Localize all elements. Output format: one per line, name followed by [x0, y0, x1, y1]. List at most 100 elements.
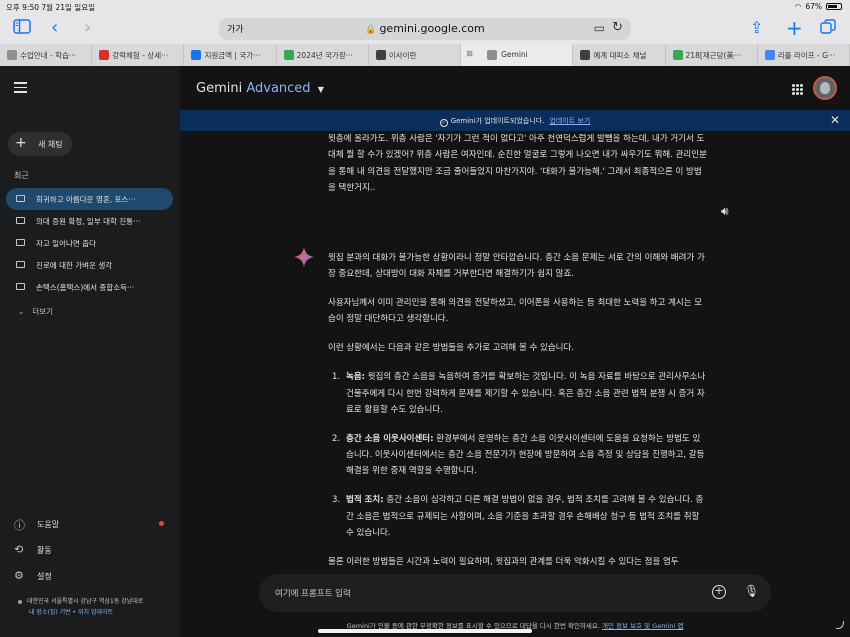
- sidebar-chat-item[interactable]: 손택스(홈택스)에서 종합소득···: [6, 276, 173, 298]
- chat-item-label: 자고 일어나면 춥다: [36, 239, 96, 248]
- browser-tab[interactable]: 218[재근당(美···: [666, 44, 758, 66]
- list-item-title: 층간 소음 이웃사이센터:: [346, 433, 434, 444]
- url-text: gemini.google.com: [379, 22, 485, 35]
- recent-title: 최근: [14, 171, 29, 180]
- user-message: 윗층에 올라가도. 위층 사람은 '자기가 그런 적이 없다고' 아주 천연덕스…: [328, 130, 708, 210]
- new-chat-label: 새 채팅: [38, 140, 63, 149]
- home-indicator: [318, 629, 532, 633]
- settings-label: 설정: [37, 572, 52, 581]
- browser-tab[interactable]: ⊠ Gemini: [461, 44, 574, 66]
- browser-tab[interactable]: 지원금액 | 국가···: [184, 44, 277, 66]
- more-button[interactable]: ⌄ 더보기: [18, 306, 53, 317]
- browser-tab[interactable]: 예계 대피소 채널: [573, 44, 666, 66]
- banner-link[interactable]: 업데이트 보기: [549, 117, 590, 125]
- ring-icon: [580, 50, 591, 60]
- sidebar-chat-item[interactable]: 진로에 대한 가벼운 생각: [6, 254, 173, 276]
- menu-icon[interactable]: [14, 82, 27, 93]
- response-paragraph: 사용자님께서 이미 관리인을 통해 의견을 전달하셨고, 이어폰을 사용하는 등…: [328, 298, 703, 325]
- microphone-icon[interactable]: 🎙︎: [744, 584, 759, 598]
- apps-grid-icon[interactable]: [792, 84, 803, 95]
- location-dot-icon: [18, 599, 22, 604]
- new-tab-icon[interactable]: +: [786, 18, 803, 38]
- tab-overview-icon[interactable]: [820, 19, 836, 38]
- plus-icon: +: [15, 135, 27, 151]
- tab-label: 218[재근당(美···: [685, 51, 742, 60]
- list-item: 1. 녹음: 윗집의 층간 소음을 녹음하여 증거를 확보하는 것입니다. 이 녹…: [328, 369, 708, 418]
- model-switcher[interactable]: Gemini Advanced ▼: [196, 81, 324, 96]
- browser-toolbar: ‹ › 가가 🔒 gemini.google.com ▭ ↻ ⇪ +: [0, 14, 850, 44]
- response-paragraph: 윗집 분과의 대화가 불가능한 상황이라니 정말 안타깝습니다. 층간 소음 문…: [328, 253, 705, 280]
- chat-item-label: 진로에 대한 가벼운 생각: [36, 261, 113, 270]
- sidebar-chat-item[interactable]: 자고 일어나면 춥다: [6, 232, 173, 254]
- response: 윗집 분과의 대화가 불가능한 상황이라니 정말 안타깝습니다. 층간 소음 문…: [328, 250, 708, 583]
- location-links[interactable]: 내 장소(집) 기반 • 위치 업데이트: [18, 607, 168, 618]
- update-banner: ✓ Gemini가 업데이트되었습니다. 업데이트 보기 ✕: [180, 110, 850, 131]
- prompt-input[interactable]: 여기에 프롬프트 입력 + 🎙︎: [259, 574, 771, 612]
- brand-name: Gemini: [196, 81, 243, 96]
- list-number: 2.: [332, 433, 341, 444]
- activity-label: 활동: [37, 546, 52, 555]
- gemini-sparkle-icon: [294, 247, 314, 270]
- wifi-icon: ◠: [794, 2, 802, 11]
- browser-tab[interactable]: 강력체험 - 상세···: [92, 44, 185, 66]
- lock-icon: 🔒: [365, 25, 377, 35]
- brand-icon: [99, 50, 110, 60]
- tab-label: 이사이란: [388, 51, 417, 60]
- forward-icon[interactable]: ›: [84, 19, 91, 37]
- response-paragraph: 물론 이러한 방법들은 시간과 노력이 필요하며, 윗집과의 관계를 더욱 악화…: [328, 556, 679, 567]
- chat-bubble-icon: [16, 239, 25, 246]
- brand-suffix: Advanced: [246, 81, 311, 96]
- tab-label: 지원금액 | 국가···: [204, 51, 261, 60]
- tab-label: 예계 대피소 채널: [593, 51, 647, 60]
- settings-button[interactable]: ⚙ 설정: [14, 569, 170, 596]
- reload-icon[interactable]: ↻: [612, 20, 623, 35]
- sidebar: + 새 채팅 최근 회귀하고 아름다운 영혼, 포스··· 의대 증원 확정, 일…: [0, 66, 180, 637]
- response-paragraph: 이런 상황에서는 다음과 같은 방법들을 추가로 고려해 볼 수 있습니다.: [328, 343, 574, 354]
- help-button[interactable]: ⓘ 도움말: [14, 518, 170, 544]
- privacy-link[interactable]: 개인 정보 보호 및 Gemini 앱: [602, 622, 683, 630]
- browser-tab[interactable]: 수업안내 - 학습···: [0, 44, 93, 66]
- close-tab-icon[interactable]: ⊠: [466, 49, 473, 58]
- history-icon: ⟲: [14, 543, 24, 556]
- chat-item-label: 손택스(홈택스)에서 종합소득···: [36, 283, 135, 292]
- gemini-icon: [487, 50, 498, 60]
- add-image-icon[interactable]: +: [712, 585, 726, 599]
- browser-tab[interactable]: 이사이란: [369, 44, 462, 66]
- status-bar: 오후 9:50 7월 21일 일요일 ◠ 67%: [0, 0, 850, 14]
- location-info: 대한민국 서울특별시 강남구 역삼1동 강남대로 내 장소(집) 기반 • 위치…: [18, 596, 168, 618]
- share-icon[interactable]: ⇪: [750, 19, 763, 37]
- tab-label: 리플 라이프 - G···: [777, 51, 836, 60]
- n-icon: [283, 50, 294, 60]
- sidebar-toggle-icon[interactable]: [13, 19, 31, 38]
- speaker-icon[interactable]: 🔊︎: [721, 204, 729, 219]
- tab-label: Gemini: [501, 50, 528, 59]
- browser-tab[interactable]: 리플 라이프 - G···: [758, 44, 850, 66]
- n-icon: [672, 50, 683, 60]
- list-item-text: 윗집의 층간 소음을 녹음하여 증거를 확보하는 것입니다. 이 녹음 자료를 …: [346, 372, 706, 415]
- main-area: Gemini Advanced ▼ ✓ Gemini가 업데이트되었습니다. 업데이…: [180, 66, 850, 637]
- graduation-icon: [191, 50, 202, 60]
- user-message-text: 윗층에 올라가도. 위층 사람은 '자기가 그런 적이 없다고' 아주 천연덕스…: [328, 134, 707, 193]
- status-time-date: 오후 9:50 7월 21일 일요일: [6, 3, 95, 12]
- new-chat-button[interactable]: + 새 채팅: [8, 132, 72, 156]
- sidebar-chat-item[interactable]: 회귀하고 아름다운 영혼, 포스···: [6, 188, 173, 210]
- sidebar-bottom: ⓘ 도움말 ⟲ 활동 ⚙ 설정: [14, 518, 170, 596]
- status-right: ◠ 67%: [795, 2, 842, 11]
- list-number: 1.: [332, 372, 341, 383]
- activity-button[interactable]: ⟲ 활동: [14, 543, 170, 570]
- back-icon[interactable]: ‹: [51, 19, 58, 37]
- sidebar-chat-item[interactable]: 의대 증원 확정, 일부 대학 진통···: [6, 210, 173, 232]
- close-icon[interactable]: ✕: [830, 113, 840, 127]
- url-display[interactable]: 🔒 gemini.google.com: [219, 22, 631, 35]
- response-list: 1. 녹음: 윗집의 층간 소음을 녹음하여 증거를 확보하는 것입니다. 이 녹…: [328, 369, 708, 541]
- reader-icon[interactable]: ▭: [594, 21, 605, 35]
- chevron-down-icon: ⌄: [18, 307, 25, 316]
- address-bar[interactable]: 가가 🔒 gemini.google.com ▭ ↻: [219, 18, 631, 40]
- chat-item-label: 회귀하고 아름다운 영혼, 포스···: [36, 195, 136, 204]
- avatar[interactable]: [813, 76, 837, 100]
- list-number: 3.: [332, 495, 341, 506]
- browser-tab[interactable]: 2024년 국가장···: [277, 44, 369, 66]
- help-icon: ⓘ: [14, 519, 25, 532]
- banner-message: Gemini가 업데이트되었습니다.: [450, 117, 545, 125]
- chat-bubble-icon: [16, 217, 25, 224]
